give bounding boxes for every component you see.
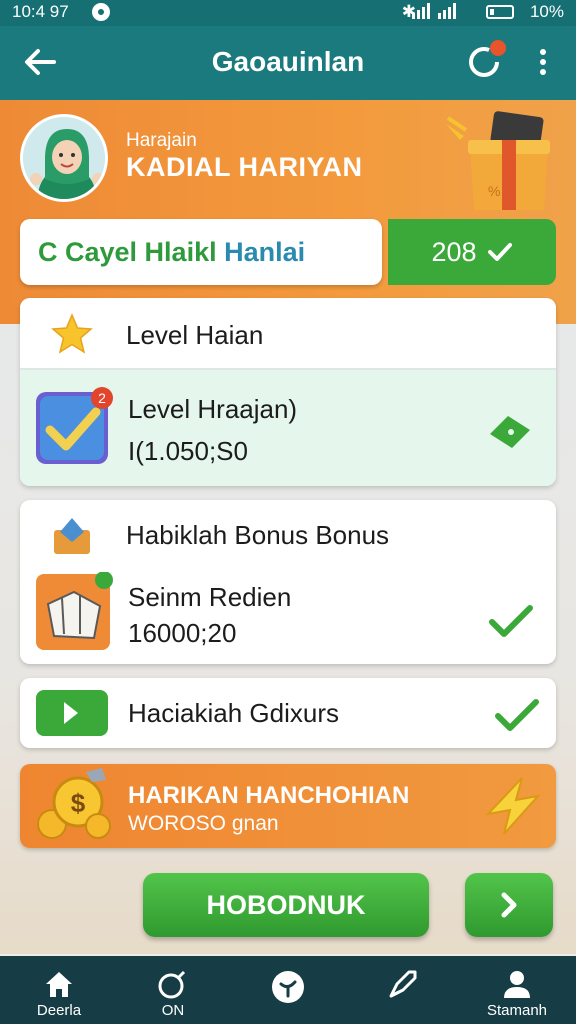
status-time: 10:4 97 bbox=[12, 2, 69, 21]
nav-label-home: Deerla bbox=[36, 1002, 82, 1019]
star-icon bbox=[51, 313, 93, 354]
level-progress-value: I(1.050;S0 bbox=[128, 436, 248, 466]
tab-label-primary: C Cayel Hlaikl bbox=[38, 237, 217, 267]
level-row-label: Level Haian bbox=[126, 320, 264, 350]
level-progress-label: Level Hraajan) bbox=[128, 394, 298, 424]
next-button[interactable] bbox=[465, 873, 553, 937]
more-options-icon[interactable] bbox=[536, 46, 550, 82]
battery-percent: 10% bbox=[529, 2, 564, 21]
daily-reward-banner[interactable]: $ HARIKAN HANCHOHIAN WOROSO gnan bbox=[20, 764, 556, 848]
nav-item-bomb[interactable]: ON bbox=[128, 956, 218, 1024]
bonus-item-value: 16000;20 bbox=[128, 618, 237, 648]
bonus-row[interactable]: Haciakiah Gdixurs bbox=[20, 678, 556, 748]
banner-title: HARIKAN HANCHOHIAN bbox=[128, 782, 410, 809]
count-badge[interactable]: 208 bbox=[388, 219, 556, 285]
tab-label-secondary: Hanlai bbox=[224, 237, 306, 267]
signal-icons bbox=[412, 3, 456, 19]
arrow-tag-icon bbox=[36, 690, 108, 736]
nav-label-bomb: ON bbox=[161, 1002, 185, 1019]
banner-subtitle: WOROSO gnan bbox=[128, 812, 279, 835]
svg-text:%: % bbox=[488, 183, 500, 199]
profile-icon bbox=[504, 971, 530, 998]
rocket-icon bbox=[389, 970, 417, 998]
checkmark-icon bbox=[489, 605, 533, 637]
nav-item-compass[interactable] bbox=[243, 956, 333, 1024]
checkmark-icon bbox=[495, 699, 539, 731]
app-bar: Gaoauinlan bbox=[0, 26, 576, 100]
bonus-card: Habiklah Bonus Bonus Seinm Redien 16000;… bbox=[20, 500, 556, 664]
checkbox-task-icon: 2 bbox=[36, 387, 113, 464]
coins-icon: $ bbox=[37, 768, 111, 839]
nav-label-profile: Stamanh bbox=[486, 1002, 548, 1019]
level-progress-row[interactable]: 2 Level Hraajan) I(1.050;S0 bbox=[20, 370, 556, 486]
star-burst-icon bbox=[485, 777, 541, 835]
bag-icon[interactable] bbox=[34, 572, 114, 654]
svg-text:$: $ bbox=[71, 788, 86, 818]
hero-title: KADIAL HARIYAN bbox=[126, 152, 363, 182]
status-bar: 10:4 97 ✱ 10% bbox=[0, 0, 576, 26]
bonus-row-label: Haciakiah Gdixurs bbox=[128, 698, 339, 728]
level-row[interactable]: Level Haian bbox=[20, 298, 556, 370]
count-value: 208 bbox=[431, 236, 477, 267]
gift-box-icon: % bbox=[446, 111, 550, 210]
primary-action-button[interactable]: HOBODNUK bbox=[143, 873, 429, 937]
checkmark-icon bbox=[487, 243, 512, 261]
nav-item-home[interactable]: Deerla bbox=[14, 956, 104, 1024]
tab-daily-level[interactable]: C Cayel Hlaikl Hanlai bbox=[20, 219, 382, 285]
wifi-signal-icon bbox=[438, 3, 456, 19]
nav-item-profile[interactable]: Stamanh bbox=[472, 956, 562, 1024]
bonus-item-label: Seinm Redien bbox=[128, 582, 292, 612]
compass-icon bbox=[272, 971, 304, 1003]
hero-subtitle: Harajain bbox=[126, 130, 197, 151]
chevron-right-icon bbox=[501, 892, 517, 918]
envelope-icon bbox=[54, 518, 90, 554]
task-badge: 2 bbox=[98, 390, 106, 406]
notification-icon bbox=[92, 3, 110, 21]
nav-item-rocket[interactable] bbox=[358, 956, 448, 1024]
bottom-navigation: Deerla ON Stamanh bbox=[0, 956, 576, 1024]
notification-badge bbox=[490, 40, 506, 56]
ticket-check-icon bbox=[490, 416, 530, 448]
battery-icon bbox=[486, 5, 514, 19]
level-card: Level Haian 2 Level Hraajan) I(1.050;S0 bbox=[20, 298, 556, 486]
bomb-icon bbox=[158, 970, 186, 999]
avatar[interactable] bbox=[20, 114, 108, 202]
signal-icon bbox=[412, 3, 430, 19]
bonus-card-title: Habiklah Bonus Bonus bbox=[126, 520, 390, 550]
home-icon bbox=[46, 972, 72, 997]
